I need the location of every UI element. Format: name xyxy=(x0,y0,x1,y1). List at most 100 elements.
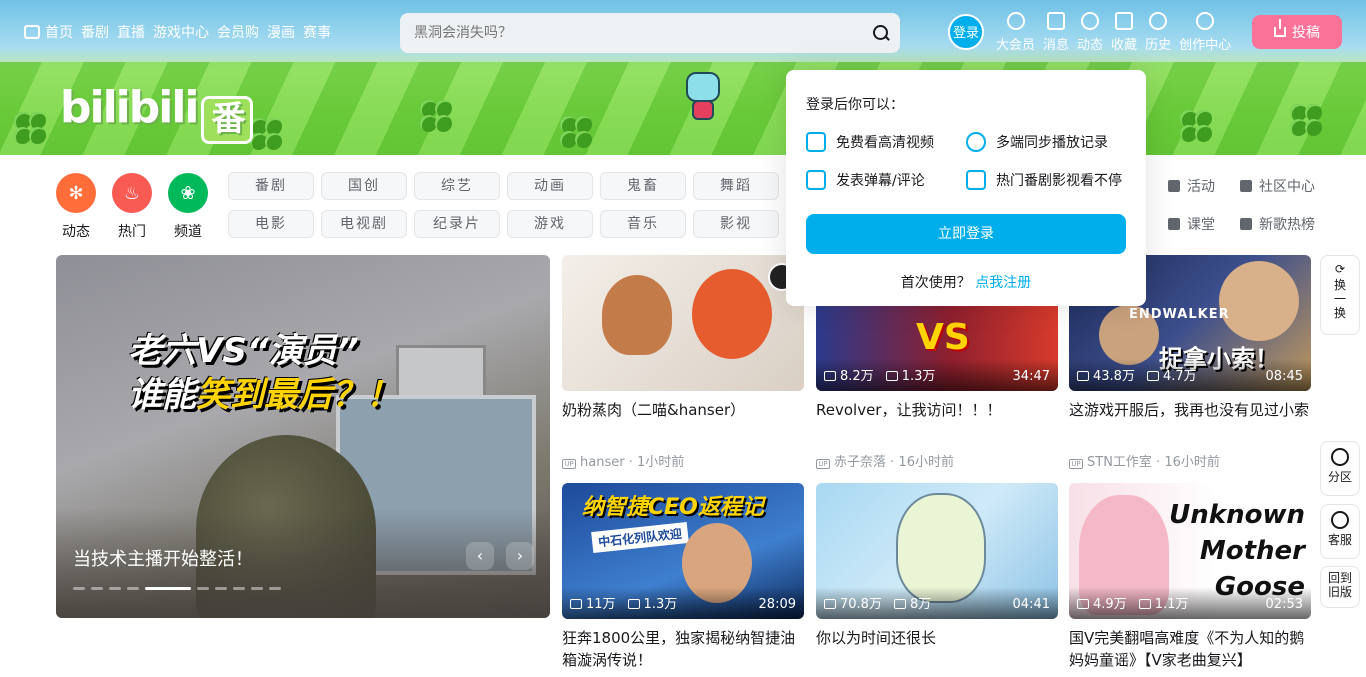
search-input[interactable] xyxy=(414,25,872,41)
video-stats: 70.8万 8万 04:41 xyxy=(816,587,1058,619)
carousel-dot[interactable] xyxy=(233,587,245,590)
nav-manga[interactable]: 漫画 xyxy=(267,22,295,42)
video-title[interactable]: 狂奔1800公里，独家揭秘纳智捷油箱漩涡传说！ xyxy=(562,627,804,671)
nav-esports[interactable]: 赛事 xyxy=(303,22,331,42)
video-title[interactable]: 国V完美翻唱高难度《不为人知的鹅妈妈童谣》【V家老曲复兴】 xyxy=(1069,627,1311,671)
carousel-title[interactable]: 当技术主播开始整活！ xyxy=(73,545,253,571)
dynamic-button[interactable]: 动态 xyxy=(1073,12,1107,53)
customer-service-button[interactable]: 客服 xyxy=(1320,504,1360,559)
search-icon[interactable] xyxy=(872,24,890,42)
nav-home[interactable]: 首页 xyxy=(24,22,73,42)
category-movie[interactable]: 电影 xyxy=(228,210,314,238)
like-icon xyxy=(1146,371,1159,381)
link-new-songs[interactable]: 新歌热榜 xyxy=(1240,214,1330,234)
carousel-next-button[interactable]: › xyxy=(506,542,534,570)
play-count-icon xyxy=(824,599,836,609)
back-to-old-button[interactable]: 回到旧版 xyxy=(1320,566,1360,608)
carousel-dot[interactable] xyxy=(109,587,121,590)
video-card[interactable]: 70.8万 8万 04:41 你以为时间还很长 xyxy=(816,483,1058,671)
carousel-dot[interactable] xyxy=(145,587,191,590)
message-button[interactable]: 消息 xyxy=(1039,12,1073,53)
category-game[interactable]: 游戏 xyxy=(507,210,593,238)
link-activity[interactable]: 活动 xyxy=(1168,176,1240,196)
carousel-dot[interactable] xyxy=(73,587,85,590)
upload-icon xyxy=(1274,19,1286,37)
video-card[interactable]: 奶粉蒸肉（二喵&hanser） UP hanser · 1小时前 xyxy=(562,255,804,470)
refresh-button[interactable]: ⟳ 换一换 xyxy=(1320,255,1360,335)
login-avatar-button[interactable]: 登录 xyxy=(948,14,984,50)
video-title[interactable]: 这游戏开服后，我再也没有见过小索 xyxy=(1069,399,1311,443)
video-card[interactable]: Unknown Mother Goose 4.9万1.1万02:53 国V完美翻… xyxy=(1069,483,1311,671)
clover-decoration xyxy=(560,116,594,150)
category-dance[interactable]: 舞蹈 xyxy=(693,172,779,200)
vip-button[interactable]: 大会员 xyxy=(992,12,1039,53)
channel-channels[interactable]: ❀ 频道 xyxy=(168,173,208,241)
category-kichiku[interactable]: 鬼畜 xyxy=(600,172,686,200)
play-count-icon xyxy=(570,599,582,609)
clover-decoration xyxy=(420,100,454,134)
thumbnail-text: 中石化列队欢迎 xyxy=(591,522,689,553)
message-icon xyxy=(1047,12,1066,30)
link-community[interactable]: 社区中心 xyxy=(1240,176,1330,196)
video-thumbnail[interactable] xyxy=(562,255,804,391)
video-meta[interactable]: UP 赤子奈落 · 16小时前 xyxy=(816,451,1058,470)
video-stats: 8.2万 1.3万 34:47 xyxy=(816,359,1058,391)
favorites-button[interactable]: 收藏 xyxy=(1107,12,1141,53)
category-anime[interactable]: 番剧 xyxy=(228,172,314,200)
video-meta[interactable]: UP hanser · 1小时前 xyxy=(562,451,804,470)
history-icon xyxy=(1149,12,1168,30)
category-film[interactable]: 影视 xyxy=(693,210,779,238)
video-title[interactable]: 奶粉蒸肉（二喵&hanser） xyxy=(562,399,804,443)
nav-live[interactable]: 直播 xyxy=(117,22,145,42)
carousel-indicators xyxy=(73,587,281,590)
category-documentary[interactable]: 纪录片 xyxy=(414,210,500,238)
community-icon xyxy=(1240,180,1252,192)
video-stats: 11万 1.3万 28:09 xyxy=(562,587,804,619)
link-classroom[interactable]: 课堂 xyxy=(1168,214,1240,234)
nav-shop[interactable]: 会员购 xyxy=(217,22,259,42)
feature-hd: 免费看高清视频 xyxy=(806,132,966,152)
banner-mascot xyxy=(682,66,724,124)
category-animation[interactable]: 动画 xyxy=(507,172,593,200)
history-button[interactable]: 历史 xyxy=(1141,12,1175,53)
carousel-dot[interactable] xyxy=(215,587,227,590)
category-music[interactable]: 音乐 xyxy=(600,210,686,238)
bulb-icon xyxy=(1196,12,1215,30)
video-title[interactable]: 你以为时间还很长 xyxy=(816,627,1058,671)
carousel-dot[interactable] xyxy=(127,587,139,590)
category-guochuang[interactable]: 国创 xyxy=(321,172,407,200)
carousel-dot[interactable] xyxy=(269,587,281,590)
creator-center-button[interactable]: 创作中心 xyxy=(1175,12,1235,53)
login-now-button[interactable]: 立即登录 xyxy=(806,214,1126,254)
tv-icon xyxy=(24,25,40,39)
uploader-icon: UP xyxy=(1069,459,1083,469)
search-bar xyxy=(400,13,900,53)
video-thumbnail[interactable]: 纳智捷CEO返程记 中石化列队欢迎 11万 1.3万 28:09 xyxy=(562,483,804,619)
video-thumbnail[interactable]: Unknown Mother Goose 4.9万1.1万02:53 xyxy=(1069,483,1311,619)
carousel-dot[interactable] xyxy=(91,587,103,590)
channel-icon: ❀ xyxy=(168,173,208,213)
zone-button[interactable]: 分区 xyxy=(1320,441,1360,496)
nav-anime[interactable]: 番剧 xyxy=(81,22,109,42)
play-count-icon xyxy=(1077,599,1089,609)
nav-game-center[interactable]: 游戏中心 xyxy=(153,22,209,42)
carousel-dot[interactable] xyxy=(197,587,209,590)
carousel-prev-button[interactable]: ‹ xyxy=(466,542,494,570)
thumbnail-figure xyxy=(1219,261,1299,341)
video-meta[interactable]: UP STN工作室 · 16小时前 xyxy=(1069,451,1311,470)
video-card[interactable]: 纳智捷CEO返程记 中石化列队欢迎 11万 1.3万 28:09 狂奔1800公里，… xyxy=(562,483,804,671)
like-icon xyxy=(893,599,906,609)
carousel-dot[interactable] xyxy=(251,587,263,590)
category-variety[interactable]: 综艺 xyxy=(414,172,500,200)
video-thumbnail[interactable]: 70.8万 8万 04:41 xyxy=(816,483,1058,619)
category-tv[interactable]: 电视剧 xyxy=(321,210,407,238)
clover-decoration xyxy=(1290,104,1324,138)
bilibili-logo[interactable]: bilibili 番 xyxy=(60,82,254,144)
clock-icon xyxy=(966,132,986,152)
register-link[interactable]: 点我注册 xyxy=(975,275,1031,291)
upload-button[interactable]: 投稿 xyxy=(1252,15,1342,49)
channel-hot[interactable]: ♨ 热门 xyxy=(112,173,152,241)
channel-dynamic[interactable]: ✻ 动态 xyxy=(56,173,96,241)
featured-carousel[interactable]: 老六VS“演员” 谁能笑到最后？！ 当技术主播开始整活！ ‹ › xyxy=(56,255,550,618)
video-title[interactable]: Revolver，让我访问！！！ xyxy=(816,399,1058,443)
